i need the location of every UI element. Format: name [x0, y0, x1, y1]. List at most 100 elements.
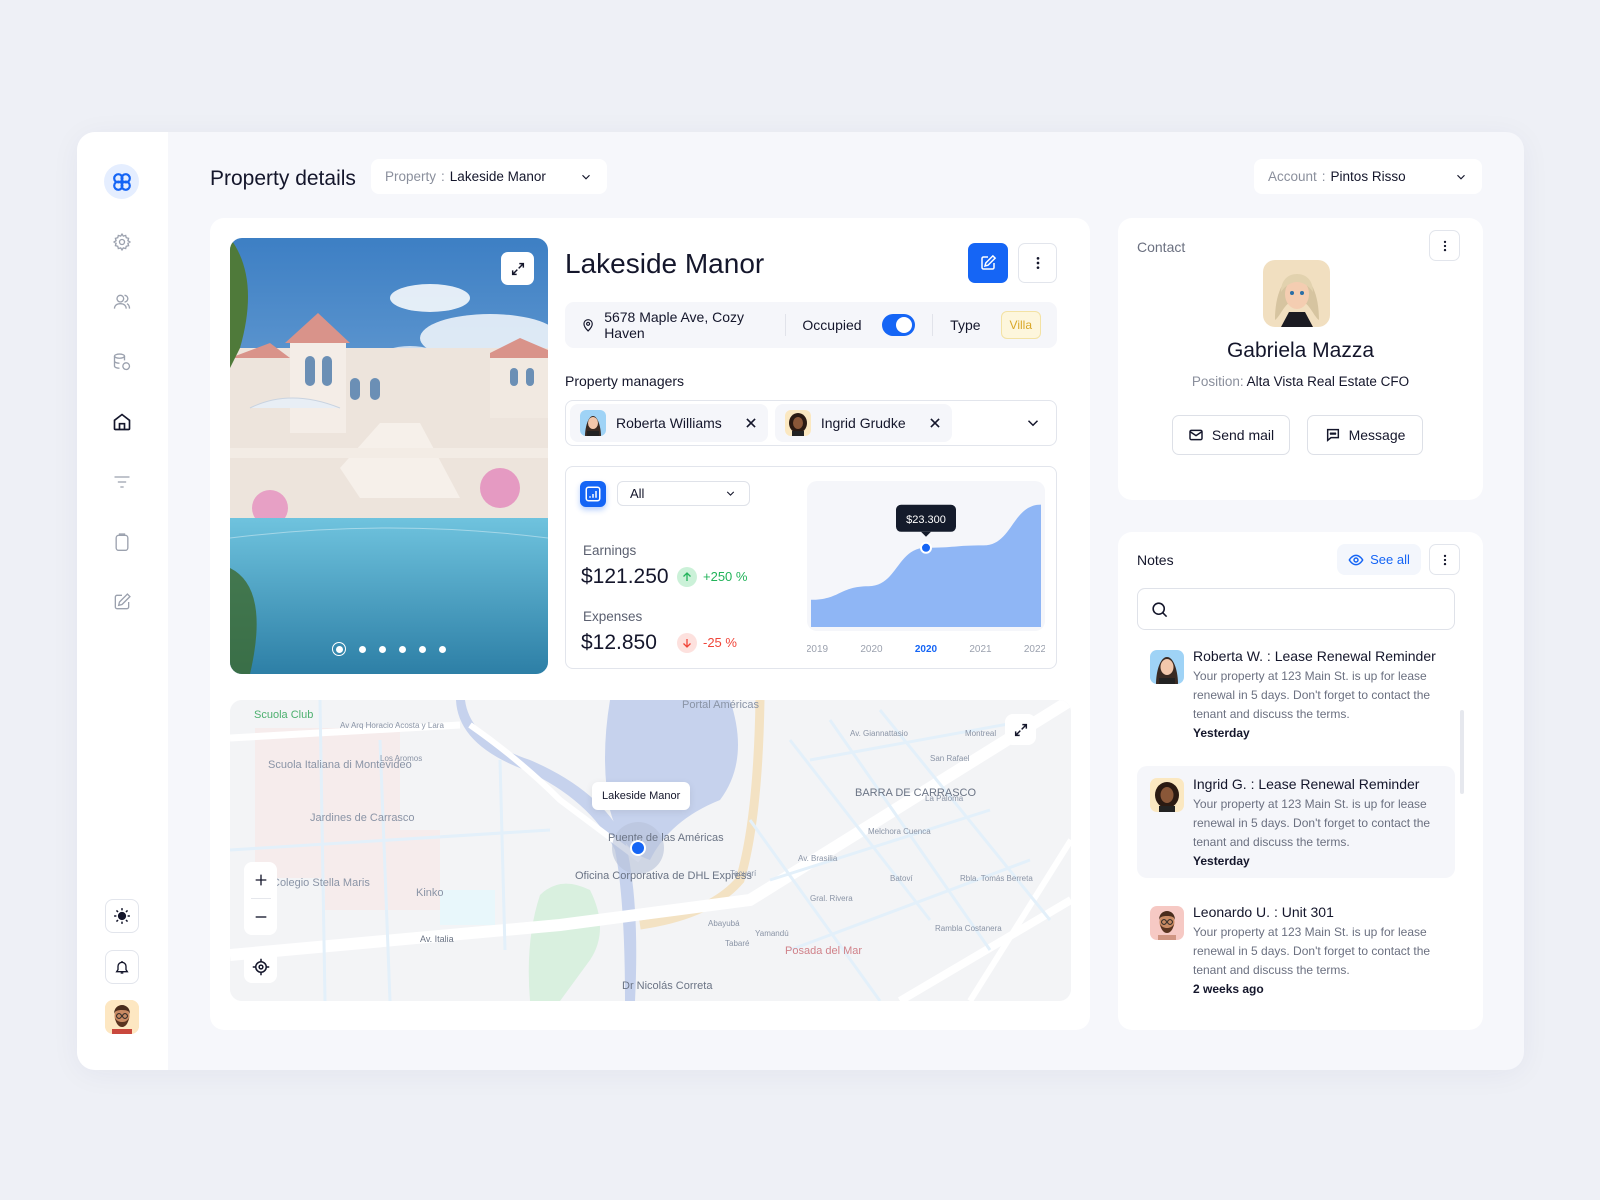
user-avatar[interactable] — [105, 1000, 139, 1034]
property-info-bar: 5678 Maple Ave, Cozy Haven Occupied Type… — [565, 302, 1057, 348]
gallery-dot[interactable] — [359, 645, 366, 653]
gallery-dot[interactable] — [439, 645, 446, 653]
earnings-value: $121.250 — [581, 565, 669, 588]
note-title: Roberta W. : Lease Renewal Reminder — [1193, 648, 1436, 664]
map-expand-button[interactable] — [1005, 714, 1036, 745]
sidebar — [77, 132, 168, 1070]
map-canvas — [230, 700, 1071, 1001]
map-label: Rbla. Tomás Berreta — [960, 874, 1033, 883]
note-body: Your property at 123 Main St. is up for … — [1193, 925, 1431, 977]
remove-icon[interactable] — [744, 416, 758, 430]
sidebar-item-settings[interactable] — [110, 230, 134, 254]
sidebar-item-filter[interactable] — [110, 470, 134, 494]
property-map[interactable]: Scuola Club Av Arq Horacio Acosta y Lara S… — [230, 700, 1071, 1001]
expand-icon — [511, 262, 524, 275]
chevron-down-icon[interactable] — [1024, 414, 1042, 432]
account-selector[interactable]: Account : Pintos Risso — [1254, 159, 1482, 194]
logo[interactable] — [104, 164, 139, 199]
map-label: Dr Nicolás Correta — [622, 980, 713, 992]
sidebar-item-users[interactable] — [110, 290, 134, 314]
note-body: Your property at 123 Main St. is up for … — [1193, 669, 1431, 721]
manager-name: Roberta Williams — [616, 415, 722, 431]
stats-filter-dropdown[interactable]: All — [617, 481, 750, 506]
map-label: La Paloma — [925, 794, 964, 803]
contact-more-button[interactable] — [1429, 230, 1460, 261]
mail-icon — [1189, 429, 1203, 441]
notes-title: Notes — [1137, 552, 1174, 568]
type-label: Type — [950, 317, 981, 333]
zoom-in-icon[interactable] — [253, 872, 269, 888]
property-managers-label: Property managers — [565, 373, 685, 389]
map-locate-button[interactable] — [244, 950, 277, 983]
map-pin[interactable] — [630, 840, 646, 856]
note-avatar — [1150, 906, 1184, 940]
gallery-dot[interactable] — [419, 645, 426, 653]
x-tick-label: 2020 — [860, 644, 883, 655]
map-label: Portal Américas — [682, 700, 760, 711]
note-item[interactable]: Roberta W. : Lease Renewal Reminder Your… — [1137, 638, 1455, 750]
location-pin-icon — [583, 319, 593, 332]
property-photo[interactable] — [230, 238, 548, 674]
contact-position: Position: Alta Vista Real Estate CFO — [1118, 374, 1483, 389]
filter-icon — [114, 476, 130, 488]
stats-filter-value: All — [630, 486, 645, 501]
map-label: Montreal — [965, 729, 997, 738]
contact-card: Contact Gabriela Mazza Position: Alta Vi… — [1118, 218, 1483, 500]
edit-property-button[interactable] — [968, 243, 1008, 283]
gallery-dot[interactable] — [332, 642, 346, 656]
map-label: Yamandú — [755, 929, 789, 938]
type-badge: Villa — [1000, 311, 1041, 339]
gallery-dot[interactable] — [399, 645, 406, 653]
map-label: Av. Giannattasio — [850, 729, 908, 738]
note-time: Yesterday — [1193, 854, 1250, 868]
property-title: Lakeside Manor — [565, 248, 765, 279]
chart-type-button[interactable] — [580, 481, 606, 507]
photo-expand-button[interactable] — [501, 252, 534, 285]
occupied-label: Occupied — [802, 317, 862, 333]
map-pin-label: Lakeside Manor — [592, 782, 691, 810]
clipboard-icon — [115, 533, 129, 551]
property-selector[interactable]: Property : Lakeside Manor — [371, 159, 607, 194]
search-icon — [1152, 601, 1168, 617]
manager-avatar — [784, 410, 811, 436]
send-mail-button[interactable]: Send mail — [1172, 415, 1290, 455]
property-more-button[interactable] — [1018, 243, 1057, 283]
contact-avatar — [1263, 260, 1330, 327]
note-avatar — [1150, 650, 1184, 684]
sidebar-item-clipboard[interactable] — [110, 530, 134, 554]
map-label: Gral. Rivera — [810, 894, 853, 903]
notes-scrollbar[interactable] — [1460, 710, 1464, 794]
note-item[interactable]: Ingrid G. : Lease Renewal Reminder Your … — [1137, 766, 1455, 878]
notes-card: Notes See all Roberta W. : Lease Renewal… — [1118, 532, 1483, 1030]
occupied-toggle[interactable] — [881, 314, 916, 336]
notes-more-button[interactable] — [1429, 544, 1460, 575]
map-label: Kinko — [416, 887, 444, 899]
gallery-pagination — [230, 642, 548, 656]
notes-search-field[interactable] — [1177, 601, 1442, 617]
theme-toggle-button[interactable] — [105, 899, 139, 933]
map-label: San Rafael — [930, 754, 970, 763]
chart-data-point[interactable] — [920, 541, 932, 554]
notes-search-input[interactable] — [1137, 588, 1455, 630]
gallery-dot[interactable] — [379, 645, 386, 653]
property-managers-select[interactable]: Roberta Williams Ingrid Grudke — [565, 400, 1057, 446]
manager-avatar — [580, 410, 606, 436]
chevron-down-icon — [726, 491, 735, 496]
map-label: Colegio Stella Maris — [272, 877, 370, 889]
app-window: Property details Property : Lakeside Man… — [77, 132, 1524, 1070]
note-title: Leonardo U. : Unit 301 — [1193, 904, 1334, 920]
map-label: Av Arq Horacio Acosta y Lara — [340, 721, 444, 730]
sidebar-item-edit[interactable] — [110, 590, 134, 614]
sidebar-item-home[interactable] — [110, 410, 134, 434]
sidebar-item-data[interactable] — [110, 350, 134, 374]
remove-icon[interactable] — [928, 416, 942, 430]
x-tick-label: 2021 — [969, 644, 992, 655]
note-time: 2 weeks ago — [1193, 982, 1264, 996]
zoom-out-icon[interactable] — [253, 909, 269, 925]
notifications-button[interactable] — [105, 950, 139, 984]
note-item[interactable]: Leonardo U. : Unit 301 Your property at … — [1137, 894, 1455, 1006]
message-button[interactable]: Message — [1307, 415, 1423, 455]
map-label: Tacuarí — [730, 869, 757, 878]
note-time: Yesterday — [1193, 726, 1250, 740]
see-all-button[interactable]: See all — [1337, 544, 1421, 575]
